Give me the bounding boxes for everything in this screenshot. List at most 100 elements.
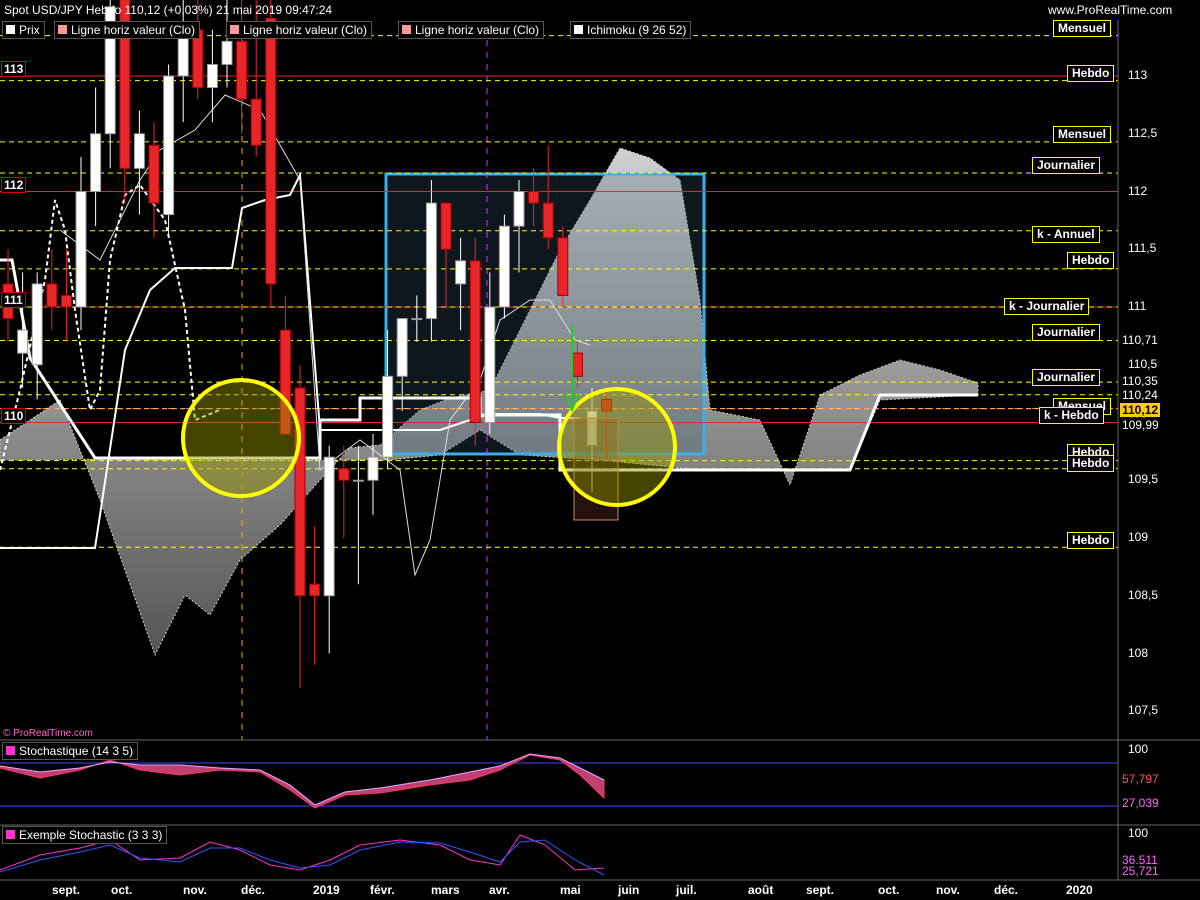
watermark: © ProRealTime.com [3,728,93,739]
level-tag: Journalier [1032,369,1101,386]
x-tick-label: avr. [489,883,510,897]
legend-hline-2[interactable]: Ligne horiz valeur (Clo) [226,21,373,39]
x-tick-label: sept. [806,883,835,897]
y-tick-label: 111,5 [1128,241,1157,256]
candle-body [265,17,277,285]
highlight-circle-left [181,378,301,498]
x-tick-label: 2020 [1066,883,1093,897]
legend-hline-3[interactable]: Ligne horiz valeur (Clo) [398,21,545,39]
x-tick-label: oct. [878,883,900,897]
candle-body [484,306,496,423]
x-tick-label: août [748,883,774,897]
level-tag: Hebdo [1067,455,1115,472]
candle-body [163,75,175,216]
x-tick-label: juin [618,883,640,897]
candle-body [250,98,262,146]
stoch1-legend[interactable]: Stochastique (14 3 5) [2,742,139,760]
candle-body [513,191,525,227]
x-tick-label: déc. [994,883,1019,897]
x-tick-label: oct. [111,883,133,897]
level-box-112: 112 [1,177,27,193]
y-tick-label: 108,5 [1128,587,1159,602]
candle-body [17,329,29,354]
price-box-109-99: 109,99 [1120,418,1161,432]
candle-body [206,63,218,89]
candle-body [455,260,467,285]
y-tick-label: 113 [1128,68,1148,82]
y-tick-label: 107,5 [1128,703,1159,718]
x-tick-label: déc. [241,883,266,897]
candle-body [557,237,569,296]
x-tick-label: mai [560,883,581,897]
level-tag: Mensuel [1053,126,1112,143]
level-box-111: 111 [1,292,26,308]
level-tag: k - Journalier [1004,298,1090,315]
y-tick-label: 109 [1128,530,1149,544]
candle-body [46,283,58,308]
candle-body [367,456,379,481]
legend-ichimoku[interactable]: Ichimoku (9 26 52) [570,21,692,39]
stoch1-value-2: 27,039 [1120,796,1161,810]
y-tick-label: 111 [1128,299,1147,313]
level-tag: Journalier [1032,157,1101,174]
x-tick-label: nov. [183,883,207,897]
x-tick-label: sept. [52,883,81,897]
price-box-110-35: 110,35 [1120,374,1160,388]
level-tag: Hebdo [1067,532,1115,549]
candle-body [425,202,437,320]
stoch1-top-tick: 100 [1128,742,1149,756]
x-tick-label: févr. [370,883,395,897]
candle-body [469,260,481,423]
candle-body [221,40,233,65]
legend-price[interactable]: Prix [2,21,45,39]
x-tick-label: mars [431,883,460,897]
y-tick-label: 109,5 [1128,472,1159,487]
candle-body [498,225,510,308]
candle-body [236,40,248,100]
candle-body [338,468,350,481]
candle-body [323,456,335,597]
candle-body [148,144,160,204]
level-tag: Journalier [1032,324,1101,341]
candle-body [396,318,408,377]
current-price-box: 110,12 [1120,403,1161,417]
candle-body [571,352,583,377]
level-tag: Hebdo [1067,65,1115,82]
candle-body [382,375,394,458]
candle-body [31,283,43,366]
level-tag: Hebdo [1067,252,1115,269]
candle-body [60,294,72,308]
x-tick-label: 2019 [313,883,340,897]
legend-hline-1[interactable]: Ligne horiz valeur (Clo) [54,21,201,39]
stoch1-value-1: 57,797 [1120,772,1161,786]
candle-body [75,191,87,308]
highlight-circle-right [557,387,677,507]
y-tick-label: 108 [1128,645,1149,660]
x-tick-label: nov. [936,883,960,897]
level-tag: Mensuel [1053,20,1112,37]
candle-body [411,318,423,321]
candle-body [440,202,452,250]
candle-body [352,479,364,482]
price-box-110-71: 110,71 [1120,333,1160,347]
y-tick-label: 112 [1128,183,1148,198]
chart-canvas [0,0,1200,881]
level-box-110: 110 [1,408,27,424]
y-tick-label: 112,5 [1128,125,1158,140]
candle-body [542,202,554,239]
stoch1-fill [0,753,605,809]
stoch2-value-2: 25,721 [1120,864,1161,878]
candle-body [309,583,321,597]
chart-title: Spot USD/JPY Hebdo 110,12 (+0,03%) 21 ma… [4,3,333,17]
site-label[interactable]: www.ProRealTime.com [1048,3,1172,17]
level-tag: k - Annuel [1032,226,1100,243]
candle-body [528,191,540,204]
stoch2-top-tick: 100 [1128,826,1149,840]
candle-body [133,133,145,169]
stoch2-legend[interactable]: Exemple Stochastic (3 3 3) [2,826,168,844]
x-tick-label: juil. [676,883,697,897]
price-box-110-24: 110,24 [1120,388,1160,402]
y-tick-label: 110,5 [1128,356,1158,371]
level-box-113: 113 [1,61,27,77]
candle-body [90,133,102,192]
